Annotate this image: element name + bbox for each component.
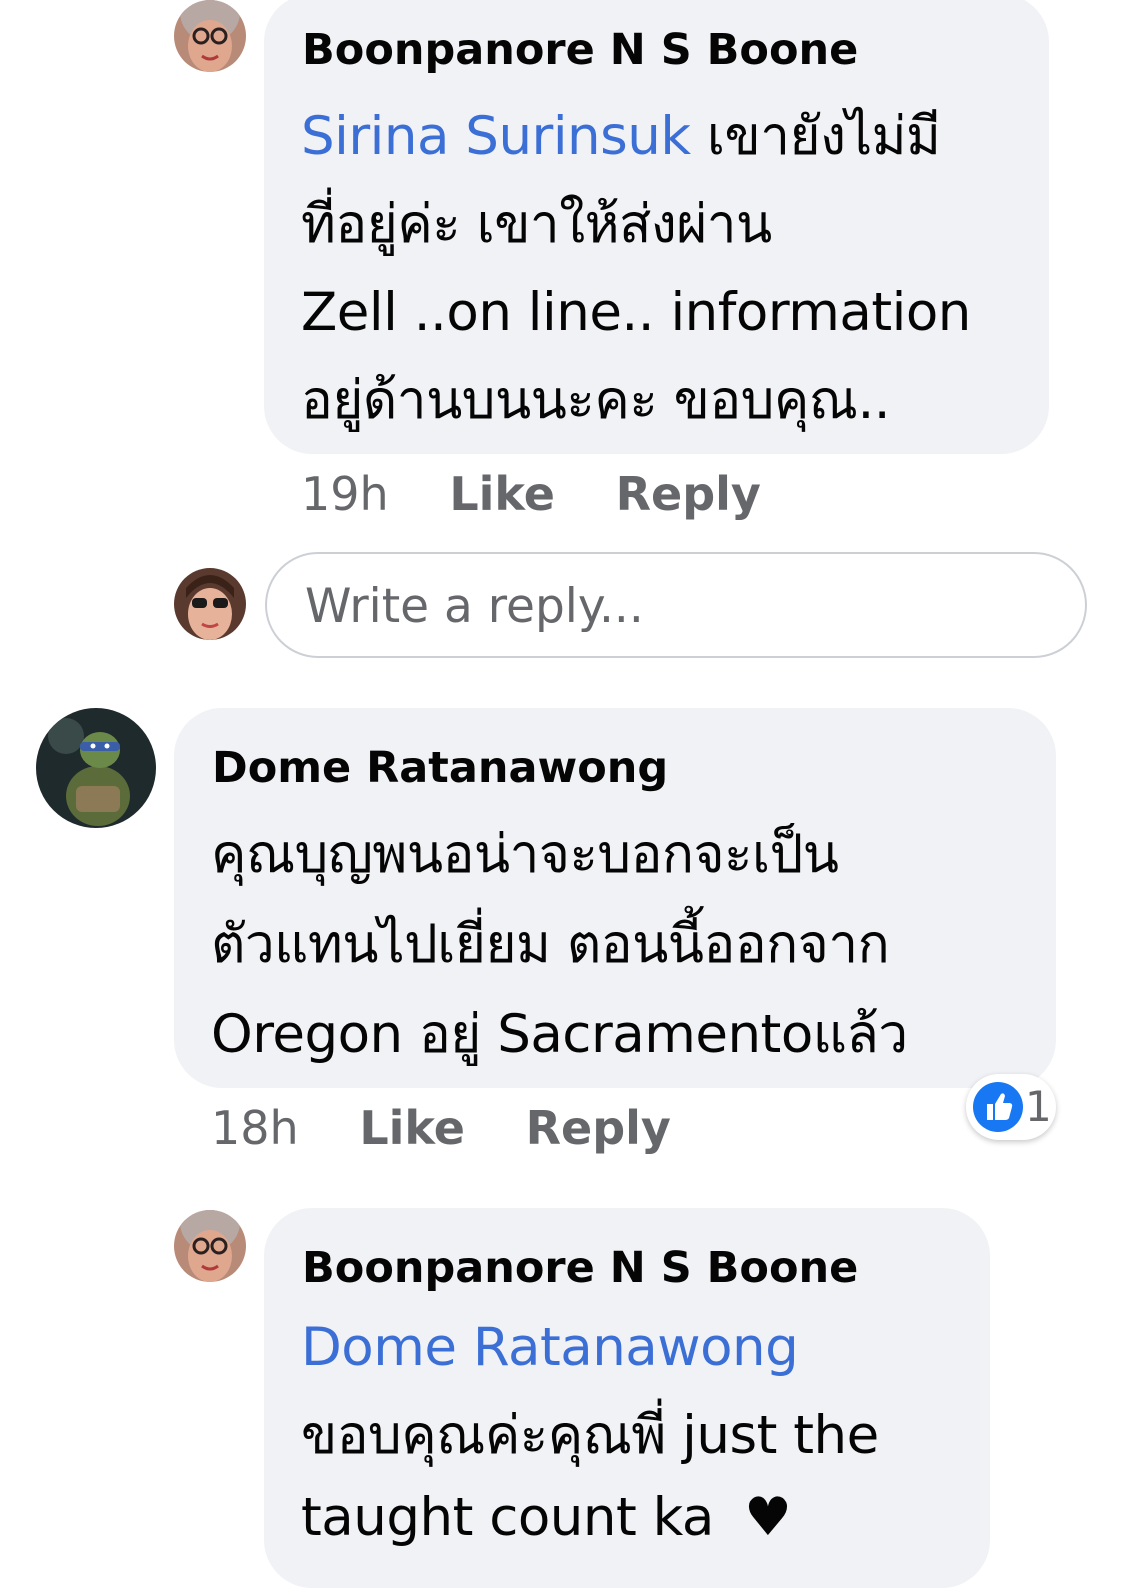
avatar-boonpanore[interactable] [174, 0, 246, 72]
thumbs-up-icon [973, 1082, 1023, 1132]
comment-bubble: Boonpanore N S Boone Sirina Surinsuk เขา… [264, 0, 1049, 454]
reply-button[interactable]: Reply [526, 1101, 671, 1155]
comment-meta: 19h Like Reply [301, 466, 761, 522]
reaction-summary[interactable]: 1 [966, 1074, 1056, 1140]
like-button[interactable]: Like [359, 1101, 465, 1155]
avatar-boonpanore[interactable] [174, 1210, 246, 1282]
reply-button[interactable]: Reply [616, 467, 761, 521]
mention-link[interactable]: Dome Ratanawong [301, 1304, 799, 1392]
comment-author[interactable]: Dome Ratanawong [212, 742, 668, 794]
avatar-dome[interactable] [36, 708, 156, 828]
comment-author[interactable]: Boonpanore N S Boone [302, 1242, 858, 1294]
reaction-count: 1 [1025, 1082, 1052, 1131]
comment-text: เขายังไม่มี [706, 106, 941, 167]
comment-timestamp[interactable]: 19h [301, 467, 389, 521]
comment-line: Oregon อยู่ Sacramentoแล้ว [211, 1004, 908, 1065]
mention-link[interactable]: Sirina Surinsuk [301, 106, 691, 167]
reply-input[interactable] [303, 572, 1047, 640]
comment-timestamp[interactable]: 18h [211, 1101, 299, 1155]
mention-text[interactable]: Dome Ratanawong [301, 1317, 799, 1378]
reply-input-container[interactable] [265, 552, 1087, 658]
comment-line: ตัวแทนไปเยี่ยม ตอนนี้ออกจาก [211, 914, 890, 975]
comment-line: Sirina Surinsuk เขายังไม่มี [301, 93, 941, 181]
comment-line: คุณบุญพนอน่าจะบอกจะเป็น [211, 824, 839, 885]
comment-line: ที่อยู่ค่ะ เขาให้ส่งผ่าน [301, 194, 772, 255]
current-user-avatar [174, 568, 246, 640]
heart-icon: ♥ [744, 1487, 792, 1548]
comment-line: อยู่ด้านบนนะคะ ขอบคุณ.. [301, 370, 891, 431]
comment-line: taught count ka ♥ [301, 1474, 792, 1562]
comment-meta: 18h Like Reply [211, 1100, 671, 1156]
comment-line: ขอบคุณค่ะคุณพี่ just the [301, 1405, 879, 1466]
comment-text: taught count ka [301, 1487, 714, 1548]
comment-bubble: Boonpanore N S Boone Dome Ratanawong ขอบ… [264, 1208, 990, 1588]
comment-line: Zell ..on line.. information [301, 282, 971, 343]
like-button[interactable]: Like [449, 467, 555, 521]
comment-bubble: Dome Ratanawong คุณบุญพนอน่าจะบอกจะเป็น … [174, 708, 1056, 1088]
comment-author[interactable]: Boonpanore N S Boone [302, 24, 858, 76]
